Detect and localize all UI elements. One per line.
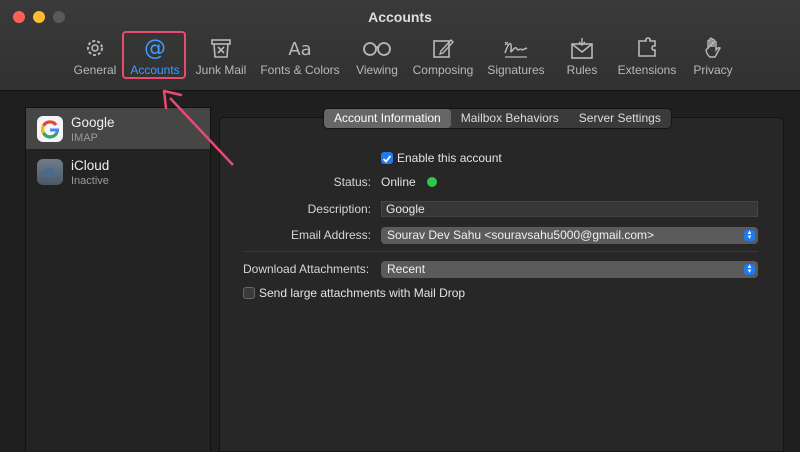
tab-account-information[interactable]: Account Information [324,109,451,128]
account-name: iCloud [71,158,110,173]
svg-text:Aa: Aa [288,39,311,60]
tab-mailbox-behaviors[interactable]: Mailbox Behaviors [451,109,569,128]
signature-icon [504,41,528,58]
google-icon [37,116,63,142]
accounts-window: Accounts General @ Accounts Junk Mail Aa… [0,0,800,452]
toolbar-junk-mail[interactable]: Junk Mail [192,36,250,84]
status-label: Status: [333,175,371,189]
accounts-list: Google IMAP iCloud Inactive [25,107,211,451]
account-icloud[interactable]: iCloud Inactive [26,151,210,192]
description-label: Description: [307,202,371,216]
title-bar: Accounts General @ Accounts Junk Mail Aa… [0,0,800,91]
toolbar-viewing[interactable]: Viewing [352,36,402,84]
section-divider [243,251,758,252]
mail-drop-label: Send large attachments with Mail Drop [259,286,466,300]
window-title: Accounts [368,9,432,25]
email-address-popup[interactable]: Sourav Dev Sahu <souravsahu5000@gmail.co… [381,227,758,244]
enable-account-label: Enable this account [397,151,502,165]
status-value: Online [381,175,416,189]
rules-icon [571,38,593,59]
puzzle-icon [638,37,656,57]
toolbar-signatures[interactable]: Signatures [484,36,548,84]
toolbar-rules[interactable]: Rules [562,36,602,84]
junk-mail-icon [211,39,231,58]
toolbar-privacy[interactable]: Privacy [690,36,736,84]
online-status-icon [427,177,437,187]
compose-icon [433,38,454,58]
download-attachments-label: Download Attachments: [243,262,370,276]
enable-account-checkbox[interactable] [381,152,393,164]
tab-server-settings[interactable]: Server Settings [569,109,671,128]
glasses-icon [363,42,391,56]
popup-chevron-icon: ▴ ▾ [744,229,755,241]
download-attachments-popup[interactable]: Recent ▴ ▾ [381,261,758,278]
toolbar-fonts-colors[interactable]: Aa Fonts & Colors [258,36,342,84]
account-details-panel [219,117,784,452]
toolbar-extensions[interactable]: Extensions [614,36,680,84]
mail-drop-checkbox[interactable] [243,287,255,299]
email-address-label: Email Address: [290,228,371,242]
account-status: Inactive [71,175,109,187]
email-address-value: Sourav Dev Sahu <souravsahu5000@gmail.co… [387,228,654,242]
download-attachments-value: Recent [387,262,426,276]
account-google[interactable]: Google IMAP [26,108,210,149]
fonts-icon: Aa [288,39,311,60]
toolbar-general[interactable]: General [72,36,118,84]
hand-icon [705,37,721,58]
description-field[interactable]: Google [381,201,758,217]
gear-icon [87,40,103,56]
accounts-highlight-box [122,31,186,79]
checkmark-icon [382,155,392,163]
popup-chevron-icon: ▴ ▾ [744,263,755,275]
toolbar-composing[interactable]: Composing [410,36,476,84]
account-name: Google [71,115,115,130]
tab-bar: Account Information Mailbox Behaviors Se… [323,108,672,129]
icloud-icon [37,159,63,185]
account-type: IMAP [71,132,98,144]
